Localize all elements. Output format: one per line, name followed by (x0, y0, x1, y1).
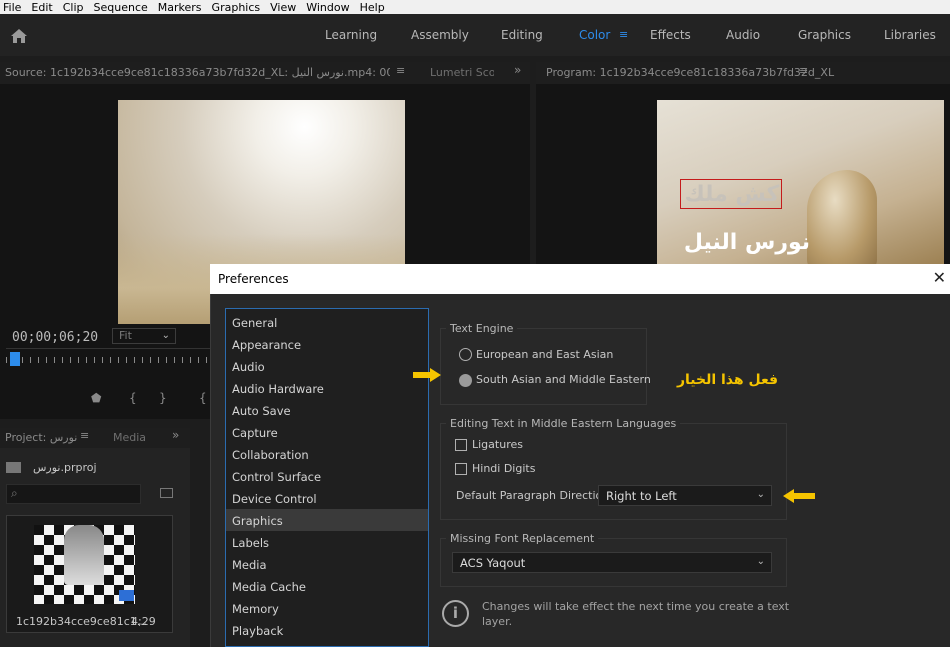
workspace-menu-icon[interactable]: ≡ (619, 28, 628, 41)
chevron-down-icon: ⌄ (756, 489, 765, 500)
workspace-assembly[interactable]: Assembly (411, 28, 469, 42)
program-panel-title[interactable]: Program: 1c192b34cce9ce81c18336a73b7fd32… (546, 66, 834, 79)
category-playback[interactable]: Playback (226, 619, 428, 641)
info-note-line-1: Changes will take effect the next time y… (482, 600, 790, 613)
category-general[interactable]: General (226, 311, 428, 333)
annotation-arrow-left-icon (783, 489, 815, 503)
overlay-subtitle-text[interactable]: نورس النيل (677, 230, 817, 255)
project-menu-icon[interactable]: ≡ (80, 429, 89, 442)
tab-media-browser[interactable]: Media (113, 431, 146, 444)
dialog-title-bar: Preferences ✕ (210, 264, 950, 294)
source-panel-title[interactable]: Source: 1c192b34cce9ce81c18336a73b7fd32d… (5, 66, 390, 79)
paragraph-direction-select[interactable]: Right to Left ⌄ (598, 485, 772, 506)
menu-view[interactable]: View (267, 1, 303, 14)
menu-clip[interactable]: Clip (60, 1, 91, 14)
missing-font-label: Missing Font Replacement (446, 532, 599, 545)
mark-in-icon[interactable]: { (129, 391, 137, 405)
program-menu-icon[interactable]: ≡ (799, 64, 808, 77)
category-auto-save[interactable]: Auto Save (226, 399, 428, 421)
panel-menu-icon[interactable]: ≡ (396, 64, 405, 77)
category-appearance[interactable]: Appearance (226, 333, 428, 355)
clip-name: 1c192b34cce9ce81c1... (16, 615, 148, 628)
workspace-color[interactable]: Color (579, 28, 610, 42)
menu-sequence[interactable]: Sequence (91, 1, 155, 14)
ligatures-label[interactable]: Ligatures (472, 438, 523, 451)
font-replacement-select[interactable]: ACS Yaqout ⌄ (452, 552, 772, 573)
workspace-graphics[interactable]: Graphics (798, 28, 851, 42)
source-timecode[interactable]: 00;00;06;20 (12, 330, 98, 345)
panel-overflow-icon[interactable]: » (514, 63, 521, 77)
menu-edit[interactable]: Edit (28, 1, 59, 14)
workspace-learning[interactable]: Learning (325, 28, 377, 42)
source-time-ruler[interactable] (6, 348, 211, 368)
clip-duration: 4;29 (131, 615, 156, 628)
category-graphics[interactable]: Graphics (226, 509, 428, 531)
annotation-arrow-icon (413, 368, 441, 382)
close-icon[interactable]: ✕ (933, 268, 946, 287)
home-icon[interactable] (10, 28, 28, 44)
project-panel-title[interactable]: Project: نورس (5, 431, 77, 444)
workspace-libraries[interactable]: Libraries (884, 28, 936, 42)
project-bin-icon (6, 462, 21, 473)
menu-markers[interactable]: Markers (155, 1, 209, 14)
program-video-frame: كش ملك نورس النيل (657, 100, 944, 264)
info-note-line-2: layer. (482, 615, 513, 628)
hindi-digits-label[interactable]: Hindi Digits (472, 462, 535, 475)
go-to-in-icon[interactable]: { (199, 391, 207, 405)
fit-dropdown-label: Fit (119, 329, 132, 342)
preferences-category-list: General Appearance Audio Audio Hardware … (225, 308, 429, 647)
category-media[interactable]: Media (226, 553, 428, 575)
project-overflow-icon[interactable]: » (172, 428, 179, 442)
workspace-editing[interactable]: Editing (501, 28, 543, 42)
radio-south-asian-middle-eastern-label[interactable]: South Asian and Middle Eastern (476, 373, 651, 386)
chevron-down-icon: ⌄ (756, 556, 765, 567)
category-audio-hardware[interactable]: Audio Hardware (226, 377, 428, 399)
video-clip-badge-icon (119, 590, 134, 601)
mark-out-icon[interactable]: } (159, 391, 167, 405)
menu-window[interactable]: Window (303, 1, 356, 14)
info-icon: i (442, 600, 469, 627)
add-marker-icon[interactable]: ⬟ (91, 391, 101, 405)
category-audio[interactable]: Audio (226, 355, 428, 377)
paragraph-direction-label: Default Paragraph Direction: (456, 489, 613, 502)
font-replacement-value: ACS Yaqout (460, 556, 526, 570)
category-capture[interactable]: Capture (226, 421, 428, 443)
category-collaboration[interactable]: Collaboration (226, 443, 428, 465)
radio-european-east-asian-label[interactable]: European and East Asian (476, 348, 613, 361)
workspace-audio[interactable]: Audio (726, 28, 760, 42)
workspace-effects[interactable]: Effects (650, 28, 691, 42)
text-engine-group (440, 328, 647, 405)
chevron-down-icon: ⌄ (161, 330, 170, 341)
category-media-cache[interactable]: Media Cache (226, 575, 428, 597)
menu-file[interactable]: File (0, 1, 28, 14)
annotation-text: فعل هذا الخيار (676, 372, 779, 388)
menu-bar: File Edit Clip Sequence Markers Graphics… (0, 0, 950, 14)
ligatures-checkbox[interactable] (455, 439, 467, 451)
text-engine-label: Text Engine (446, 322, 518, 335)
search-icon: ⌕ (11, 486, 18, 500)
new-bin-icon[interactable] (160, 488, 173, 498)
radio-european-east-asian[interactable] (459, 348, 472, 361)
paragraph-direction-value: Right to Left (606, 489, 677, 503)
project-search-input[interactable]: ⌕ (6, 484, 141, 504)
dialog-title: Preferences (218, 272, 289, 286)
middle-eastern-label: Editing Text in Middle Eastern Languages (446, 417, 681, 430)
category-labels[interactable]: Labels (226, 531, 428, 553)
chess-knight-image (807, 170, 877, 264)
category-control-surface[interactable]: Control Surface (226, 465, 428, 487)
fit-dropdown[interactable]: Fit ⌄ (112, 328, 176, 344)
category-memory[interactable]: Memory (226, 597, 428, 619)
project-file-name: نورس.prproj (33, 461, 97, 474)
radio-south-asian-middle-eastern[interactable] (459, 374, 472, 387)
tab-lumetri-scopes[interactable]: Lumetri Scop (430, 66, 494, 79)
menu-help[interactable]: Help (357, 1, 392, 14)
hindi-digits-checkbox[interactable] (455, 463, 467, 475)
playhead[interactable] (10, 352, 20, 366)
category-device-control[interactable]: Device Control (226, 487, 428, 509)
overlay-title-text[interactable]: كش ملك (684, 182, 780, 207)
menu-graphics[interactable]: Graphics (209, 1, 268, 14)
